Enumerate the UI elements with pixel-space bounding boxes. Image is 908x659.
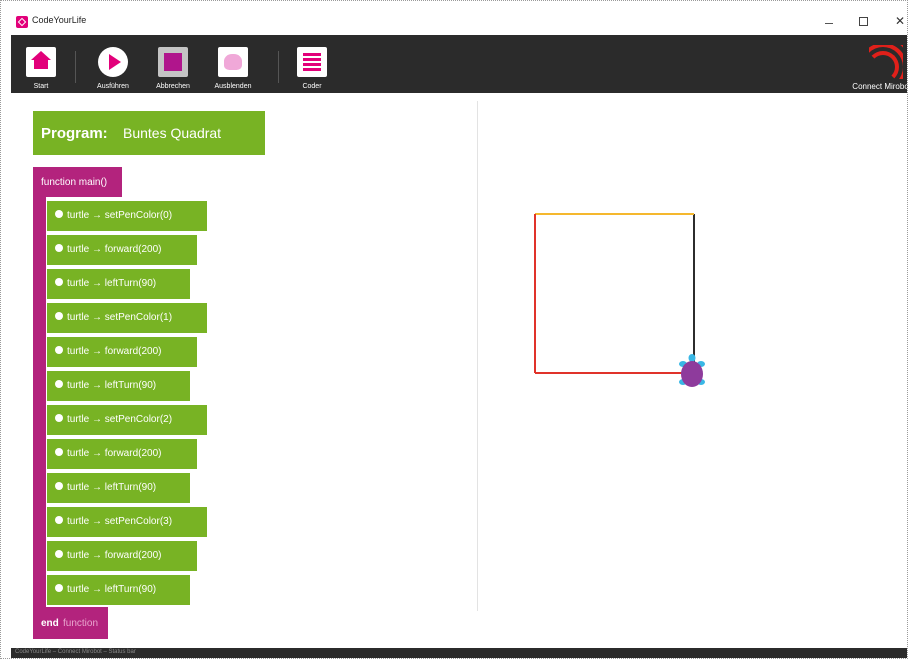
minimize-button[interactable] xyxy=(814,9,844,33)
end-function-keyword: function xyxy=(63,618,99,629)
home-icon xyxy=(26,47,56,77)
program-name[interactable]: Buntes Quadrat xyxy=(123,125,221,141)
coder-button[interactable]: Coder xyxy=(282,47,342,93)
wireless-signal-icon xyxy=(869,45,903,79)
hide-button[interactable]: Ausblenden xyxy=(203,47,263,93)
connect-mirobot-button[interactable]: Connect Mirobot xyxy=(843,41,907,91)
maximize-button[interactable] xyxy=(849,9,879,33)
run-label: Ausführen xyxy=(97,83,129,90)
status-bar: CodeYourLife – Connect Mirobot – Status … xyxy=(11,648,907,658)
code-editor-pane: Program: Buntes Quadrat function main() … xyxy=(11,93,466,648)
statement-bullet-icon xyxy=(55,550,63,559)
play-icon xyxy=(98,47,128,77)
status-text: CodeYourLife – Connect Mirobot – Status … xyxy=(15,649,136,655)
code-list-icon xyxy=(297,47,327,77)
statement-bullet-icon xyxy=(55,448,63,457)
program-header[interactable]: Program: Buntes Quadrat xyxy=(33,111,265,155)
app-window: CodeYourLife ✕ Start Ausführen Abbrechen… xyxy=(0,0,908,659)
close-button[interactable]: ✕ xyxy=(885,9,907,33)
statement-block[interactable]: turtle → forward(200) xyxy=(47,337,197,367)
start-label: Start xyxy=(33,83,49,90)
statement-bullet-icon xyxy=(55,278,63,287)
hide-label: Ausblenden xyxy=(214,83,252,90)
turtle-canvas[interactable] xyxy=(477,101,907,611)
statement-bullet-icon xyxy=(55,482,63,491)
statement-block[interactable]: turtle → setPenColor(1) xyxy=(47,303,207,333)
toolbar: Start Ausführen Abbrechen Ausblenden Cod… xyxy=(11,35,907,93)
statement-block[interactable]: turtle → leftTurn(90) xyxy=(47,473,190,503)
statement-bullet-icon xyxy=(55,244,63,253)
coder-label: Coder xyxy=(302,83,322,90)
app-title: CodeYourLife xyxy=(32,15,87,25)
function-end-block[interactable]: end function xyxy=(33,607,108,639)
statement-block[interactable]: turtle → leftTurn(90) xyxy=(47,575,190,605)
statement-list: turtle → setPenColor(0) turtle → forward… xyxy=(47,201,207,609)
statement-block[interactable]: turtle → setPenColor(2) xyxy=(47,405,207,435)
turtle-icon xyxy=(218,47,248,77)
statement-bullet-icon xyxy=(55,210,63,219)
app-logo-icon xyxy=(16,16,28,28)
main-area: Program: Buntes Quadrat function main() … xyxy=(11,93,907,648)
title-bar: CodeYourLife ✕ xyxy=(1,1,907,35)
statement-block[interactable]: turtle → leftTurn(90) xyxy=(47,371,190,401)
function-header-text: function main() xyxy=(41,177,108,188)
statement-block[interactable]: turtle → forward(200) xyxy=(47,439,197,469)
statement-bullet-icon xyxy=(55,584,63,593)
statement-bullet-icon xyxy=(55,414,63,423)
statement-bullet-icon xyxy=(55,380,63,389)
statement-block[interactable]: turtle → forward(200) xyxy=(47,541,197,571)
statement-block[interactable]: turtle → leftTurn(90) xyxy=(47,269,190,299)
program-label: Program: xyxy=(41,125,108,142)
end-keyword: end xyxy=(41,618,59,629)
stop-icon xyxy=(158,47,188,77)
statement-block[interactable]: turtle → setPenColor(0) xyxy=(47,201,207,231)
cancel-label: Abbrechen xyxy=(156,83,190,90)
statement-bullet-icon xyxy=(55,346,63,355)
turtle-icon xyxy=(679,354,705,387)
function-block-spine xyxy=(33,197,46,609)
cancel-button[interactable]: Abbrechen xyxy=(143,47,203,93)
statement-block[interactable]: turtle → forward(200) xyxy=(47,235,197,265)
statement-bullet-icon xyxy=(55,312,63,321)
toolbar-separator xyxy=(75,51,76,83)
statement-block[interactable]: turtle → setPenColor(3) xyxy=(47,507,207,537)
statement-bullet-icon xyxy=(55,516,63,525)
run-button[interactable]: Ausführen xyxy=(83,47,143,93)
drawing-svg xyxy=(534,213,705,387)
function-header-block[interactable]: function main() xyxy=(33,167,122,197)
start-button[interactable]: Start xyxy=(11,47,71,93)
connect-label: Connect Mirobot xyxy=(852,82,908,91)
toolbar-separator xyxy=(278,51,279,83)
